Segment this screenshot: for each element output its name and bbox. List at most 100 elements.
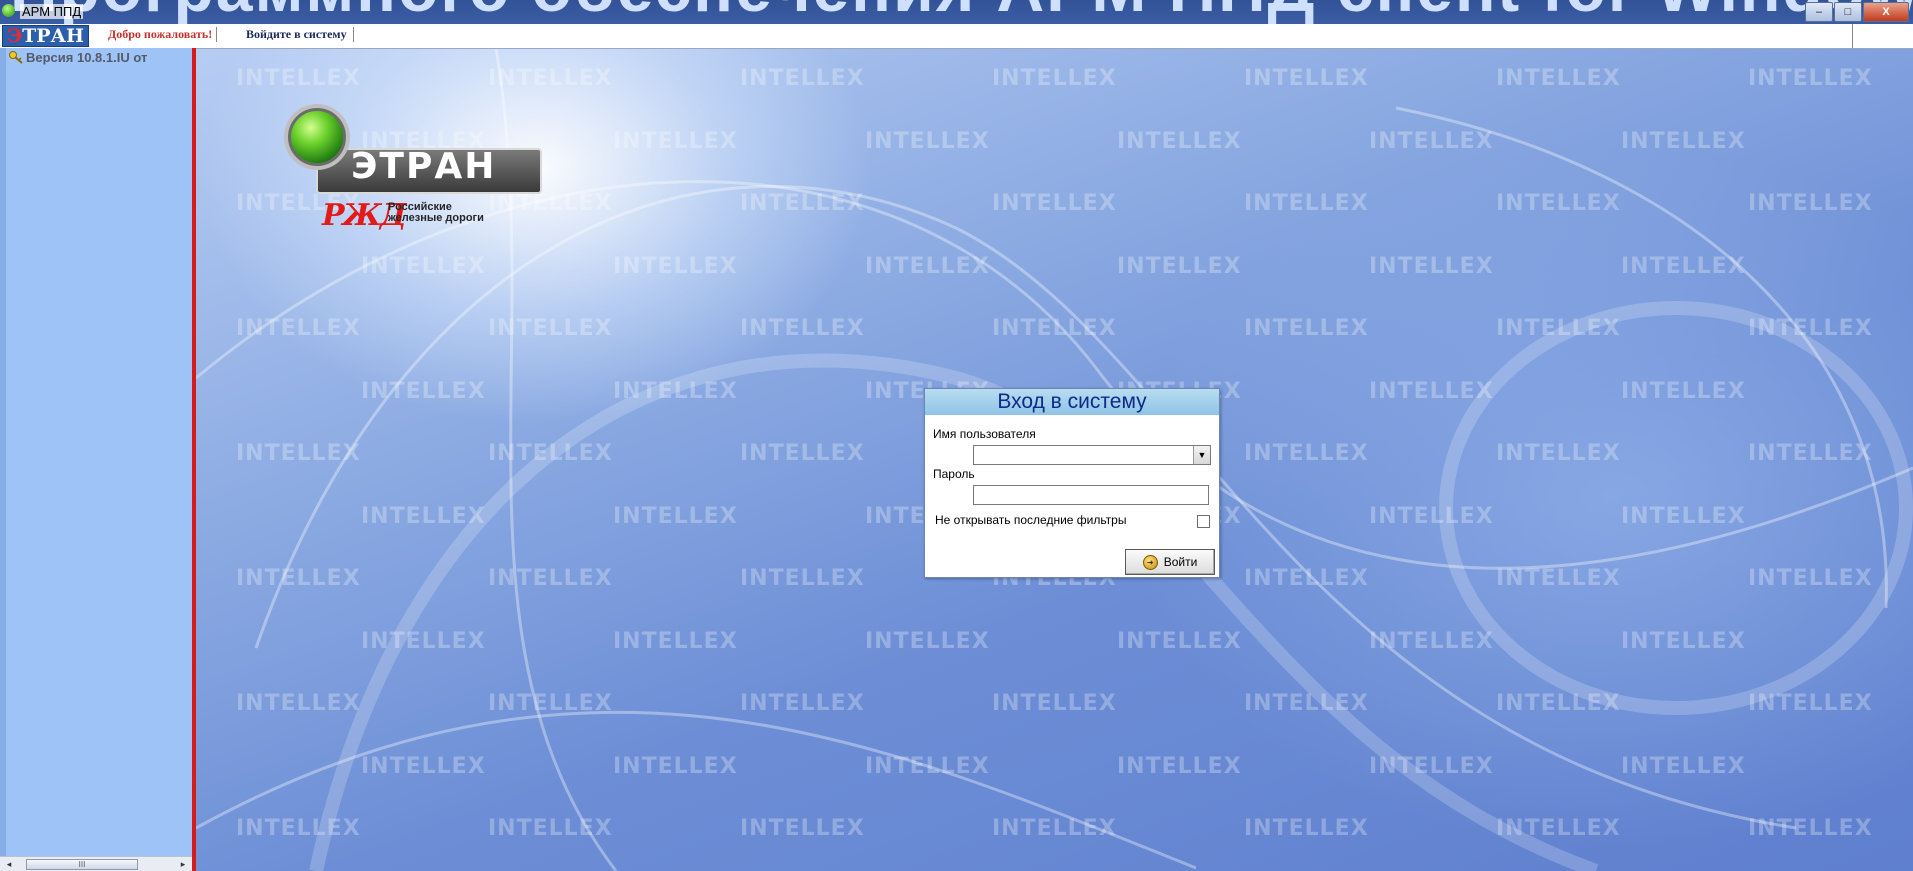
no-filters-label: Не открывать последние фильтры [935, 513, 1127, 527]
intellex-watermark: INTELLEX [1244, 441, 1369, 466]
logo-first-letter: Э [7, 25, 23, 47]
minimize-button[interactable]: – [1805, 2, 1833, 22]
intellex-watermark: INTELLEX [236, 566, 361, 591]
intellex-watermark: INTELLEX [1244, 66, 1369, 91]
menubar: ЭТРАН Добро пожаловать! Войдите в систем… [0, 24, 1913, 49]
intellex-watermark: INTELLEX [488, 66, 613, 91]
intellex-watermark: INTELLEX [865, 753, 990, 779]
etran-logo-text: ЭТРАН [351, 146, 497, 187]
intellex-watermark: INTELLEX [1369, 753, 1494, 779]
username-combobox[interactable]: ▼ [973, 445, 1211, 465]
sidebar-red-divider [192, 48, 196, 871]
dropdown-arrow-icon[interactable]: ▼ [1193, 446, 1210, 464]
intellex-watermark: INTELLEX [865, 253, 990, 279]
intellex-watermark: INTELLEX [992, 66, 1117, 91]
intellex-watermark: INTELLEX [1621, 753, 1746, 779]
intellex-watermark: INTELLEX [1621, 378, 1746, 404]
intellex-watermark: INTELLEX [361, 253, 486, 279]
intellex-watermark: INTELLEX [1117, 128, 1242, 154]
password-field[interactable] [973, 485, 1209, 505]
intellex-watermark: INTELLEX [488, 691, 613, 716]
login-button-label: Войти [1163, 555, 1198, 569]
menubar-divider [1852, 24, 1853, 48]
intellex-watermark: INTELLEX [1748, 191, 1873, 216]
intellex-watermark: INTELLEX [740, 191, 865, 216]
intellex-watermark: INTELLEX [236, 66, 361, 91]
intellex-watermark: INTELLEX [1244, 316, 1369, 341]
intellex-watermark: INTELLEX [1117, 753, 1242, 779]
close-button[interactable]: X [1863, 2, 1909, 22]
logo-rest: ТРАН [22, 25, 84, 47]
intellex-watermark: INTELLEX [1369, 378, 1494, 404]
intellex-watermark: INTELLEX [992, 316, 1117, 341]
intellex-watermark: INTELLEX [361, 628, 486, 654]
intellex-watermark: INTELLEX [1369, 128, 1494, 154]
intellex-watermark: INTELLEX [1244, 566, 1369, 591]
intellex-watermark: INTELLEX [1496, 816, 1621, 841]
maximize-button[interactable]: □ [1834, 2, 1862, 22]
login-icon: ➜ [1142, 554, 1158, 570]
intellex-watermark: INTELLEX [1748, 441, 1873, 466]
intellex-watermark: INTELLEX [361, 378, 486, 404]
password-label: Пароль [933, 467, 975, 481]
intellex-watermark: INTELLEX [1244, 816, 1369, 841]
key-icon [9, 51, 23, 64]
intellex-watermark: INTELLEX [488, 566, 613, 591]
intellex-watermark: INTELLEX [740, 691, 865, 716]
etran-logo-ball [288, 108, 346, 166]
intellex-watermark: INTELLEX [1748, 66, 1873, 91]
intellex-watermark: INTELLEX [1748, 566, 1873, 591]
version-label: Версия 10.8.1.IU от [26, 50, 148, 65]
login-button[interactable]: ➜ Войти [1125, 549, 1215, 575]
menu-welcome[interactable]: Добро пожаловать! [104, 27, 218, 42]
intellex-watermark: INTELLEX [1117, 628, 1242, 654]
intellex-watermark: INTELLEX [613, 378, 738, 404]
scroll-right-arrow-icon[interactable]: ▸ [176, 857, 190, 871]
no-filters-checkbox[interactable] [1197, 515, 1210, 528]
intellex-watermark: INTELLEX [488, 816, 613, 841]
intellex-watermark: INTELLEX [1369, 253, 1494, 279]
intellex-watermark: INTELLEX [613, 753, 738, 779]
window-title: АРМ ППД [20, 4, 84, 19]
intellex-watermark: INTELLEX [236, 691, 361, 716]
intellex-watermark: INTELLEX [1369, 628, 1494, 654]
intellex-watermark: INTELLEX [865, 628, 990, 654]
intellex-watermark: INTELLEX [1748, 316, 1873, 341]
intellex-watermark: INTELLEX [1748, 691, 1873, 716]
login-dialog-title: Вход в систему [925, 389, 1219, 415]
intellex-watermark: INTELLEX [1496, 441, 1621, 466]
rzd-company-line2: железные дороги [388, 212, 484, 224]
intellex-watermark: INTELLEX [613, 503, 738, 529]
intellex-watermark: INTELLEX [488, 441, 613, 466]
intellex-watermark: INTELLEX [236, 441, 361, 466]
intellex-watermark: INTELLEX [1621, 128, 1746, 154]
scroll-left-arrow-icon[interactable]: ◂ [2, 857, 16, 871]
intellex-watermark: INTELLEX [1621, 503, 1746, 529]
intellex-watermark: INTELLEX [236, 316, 361, 341]
intellex-watermark: INTELLEX [740, 441, 865, 466]
rzd-company-name: Российские железные дороги [388, 202, 484, 224]
intellex-watermark: INTELLEX [361, 753, 486, 779]
intellex-watermark: INTELLEX [1621, 253, 1746, 279]
intellex-watermark: INTELLEX [1496, 691, 1621, 716]
sidebar-horizontal-scrollbar[interactable]: ◂ III ▸ [0, 856, 192, 871]
intellex-watermark: INTELLEX [1621, 628, 1746, 654]
intellex-watermark: INTELLEX [361, 503, 486, 529]
intellex-watermark: INTELLEX [740, 566, 865, 591]
intellex-watermark: INTELLEX [865, 128, 990, 154]
intellex-watermark: INTELLEX [236, 816, 361, 841]
intellex-watermark: INTELLEX [488, 191, 613, 216]
intellex-watermark: INTELLEX [1748, 816, 1873, 841]
username-label: Имя пользователя [933, 427, 1036, 441]
etran-small-logo[interactable]: ЭТРАН [2, 25, 89, 47]
intellex-watermark: INTELLEX [613, 628, 738, 654]
intellex-watermark: INTELLEX [1496, 566, 1621, 591]
intellex-watermark: INTELLEX [1496, 66, 1621, 91]
app-icon [2, 4, 15, 17]
intellex-watermark: INTELLEX [613, 253, 738, 279]
intellex-watermark: INTELLEX [992, 691, 1117, 716]
scroll-thumb[interactable]: III [26, 859, 138, 870]
intellex-watermark: INTELLEX [1496, 316, 1621, 341]
intellex-watermark: INTELLEX [740, 816, 865, 841]
menu-login[interactable]: Войдите в систему [240, 27, 354, 42]
